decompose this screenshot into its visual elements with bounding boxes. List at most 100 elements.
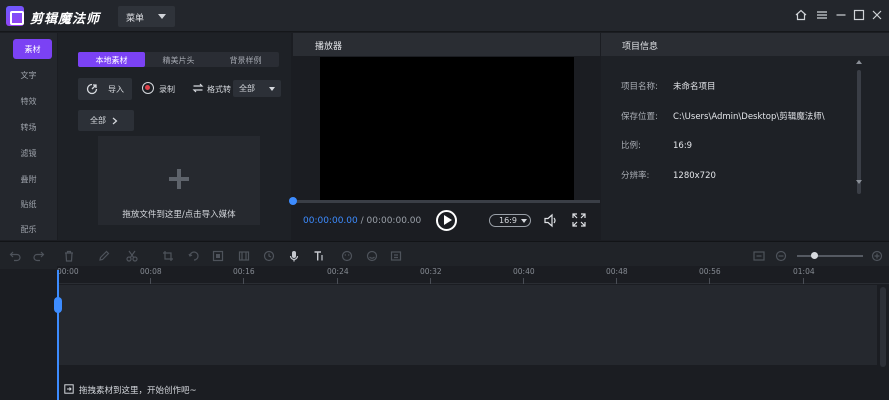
aspect-ratio-select[interactable]: 16:9 <box>489 214 531 227</box>
preview-screen <box>320 57 574 201</box>
filter-select[interactable]: 全部 <box>233 80 281 97</box>
add-media-icon <box>64 384 74 394</box>
tick-mark <box>523 278 524 284</box>
zoom-out-icon[interactable] <box>775 250 787 262</box>
current-time: 00:00:00.00 <box>303 216 358 226</box>
tick-mark <box>337 278 338 284</box>
chevron-down-icon <box>158 14 166 19</box>
progress-handle[interactable] <box>289 197 297 205</box>
import-button[interactable]: 导入 <box>78 78 132 100</box>
title-bar: 剪辑魔法师 菜单 <box>0 0 889 32</box>
info-value: 16:9 <box>673 141 693 151</box>
mosaic-icon[interactable] <box>212 250 224 262</box>
all-folder-button[interactable]: 全部 <box>78 110 134 131</box>
rail-item-transition[interactable]: 转场 <box>0 117 57 137</box>
rail-item-music[interactable]: 配乐 <box>0 219 57 239</box>
info-key: 比例: <box>621 141 641 151</box>
track-drop-hint: 拖拽素材到这里，开始创作吧~ <box>79 386 197 396</box>
edit-icon[interactable] <box>98 250 110 262</box>
volume-icon[interactable] <box>543 213 558 228</box>
tick-label: 00:16 <box>233 267 255 276</box>
convert-label[interactable]: 格式转 <box>207 84 231 95</box>
plus-icon <box>169 169 189 189</box>
playhead[interactable] <box>57 270 59 400</box>
info-key: 保存位置: <box>621 112 658 122</box>
freeze-frame-icon[interactable] <box>238 250 250 262</box>
tick-label: 00:40 <box>513 267 535 276</box>
all-folder-label: 全部 <box>90 116 106 125</box>
tick-label: 00:56 <box>699 267 721 276</box>
info-row-ratio: 比例: 16:9 <box>621 139 692 151</box>
tick-label: 00:00 <box>57 267 79 276</box>
tick-label: 00:08 <box>140 267 162 276</box>
info-row-path: 保存位置: C:\Users\Admin\Desktop\剪辑魔法师\ <box>621 110 825 122</box>
media-tabs: 本地素材 精美片头 背景样例 <box>78 52 279 67</box>
info-row-resolution: 分辨率: 1280x720 <box>621 169 716 181</box>
scroll-down-icon[interactable] <box>856 180 862 184</box>
play-button[interactable] <box>436 210 457 231</box>
delete-icon[interactable] <box>63 250 75 262</box>
zoom-slider-track[interactable] <box>797 255 863 257</box>
undo-icon[interactable] <box>9 250 21 262</box>
tab-intro-templates[interactable]: 精美片头 <box>145 52 212 67</box>
app-logo-icon <box>6 6 24 26</box>
playhead-handle[interactable] <box>54 297 62 313</box>
close-icon[interactable] <box>871 9 883 21</box>
tick-label: 00:48 <box>606 267 628 276</box>
rotate-icon[interactable] <box>188 250 200 262</box>
timeline-scrollbar[interactable] <box>880 287 886 367</box>
rail-item-material[interactable]: 素材 <box>13 39 52 59</box>
tick-mark <box>430 278 431 284</box>
playback-progress[interactable] <box>289 197 600 205</box>
record-dot <box>145 85 150 90</box>
crop-icon[interactable] <box>162 250 174 262</box>
info-key: 分辨率: <box>621 171 650 181</box>
rail-item-text[interactable]: 文字 <box>0 65 57 85</box>
rail-item-effects[interactable]: 特效 <box>0 91 57 111</box>
zoom-in-icon[interactable] <box>871 250 883 262</box>
maximize-icon[interactable] <box>853 9 865 21</box>
split-scissors-icon[interactable] <box>126 250 138 262</box>
microphone-icon[interactable] <box>288 250 300 262</box>
redo-icon[interactable] <box>33 250 45 262</box>
info-value: 1280x720 <box>673 171 716 181</box>
info-scrollbar[interactable] <box>857 70 861 194</box>
scroll-up-icon[interactable] <box>856 60 862 64</box>
zoom-slider-handle[interactable] <box>811 252 818 259</box>
timeline-toolbar <box>0 241 889 269</box>
menu-button[interactable]: 菜单 <box>118 6 175 27</box>
tick-mark <box>150 278 151 284</box>
home-icon[interactable] <box>795 9 807 21</box>
hamburger-menu-icon[interactable] <box>816 9 828 21</box>
tool-rail: 素材 文字 特效 转场 滤镜 叠附 贴纸 配乐 <box>0 33 57 240</box>
speed-icon[interactable] <box>263 250 275 262</box>
text-tool-icon[interactable] <box>313 250 325 262</box>
effects-tool-icon[interactable] <box>366 250 378 262</box>
subtitle-icon[interactable] <box>390 250 402 262</box>
convert-icon[interactable] <box>192 82 204 94</box>
sticker-tool-icon[interactable] <box>341 250 353 262</box>
timeline-ruler[interactable]: 00:00 00:08 00:16 00:24 00:32 00:40 00:4… <box>57 266 889 284</box>
info-value: 未命名项目 <box>673 82 716 92</box>
minimize-icon[interactable] <box>835 9 847 21</box>
tick-label: 00:24 <box>327 267 349 276</box>
tab-background-samples[interactable]: 背景样例 <box>212 52 279 67</box>
player-header: 播放器 <box>293 33 600 56</box>
tab-local-material[interactable]: 本地素材 <box>78 52 145 67</box>
record-icon[interactable] <box>142 82 154 94</box>
media-drop-zone[interactable]: 拖放文件到这里/点击导入媒体 <box>98 136 260 225</box>
fullscreen-icon[interactable] <box>572 213 586 227</box>
tick-label: 01:04 <box>793 267 815 276</box>
video-track[interactable] <box>59 285 877 365</box>
time-display: 00:00:00.00 / 00:00:00.00 <box>303 216 421 226</box>
import-icon <box>86 83 98 95</box>
rail-item-overlay[interactable]: 叠附 <box>0 169 57 189</box>
time-separator: / <box>357 216 367 226</box>
project-info-header: 项目信息 <box>601 33 889 56</box>
fit-screen-icon[interactable] <box>753 250 765 262</box>
chevron-right-icon <box>112 117 118 125</box>
rail-item-sticker[interactable]: 贴纸 <box>0 194 57 214</box>
info-key: 项目名称: <box>621 82 658 92</box>
record-label[interactable]: 录制 <box>159 84 175 95</box>
rail-item-filter[interactable]: 滤镜 <box>0 143 57 163</box>
